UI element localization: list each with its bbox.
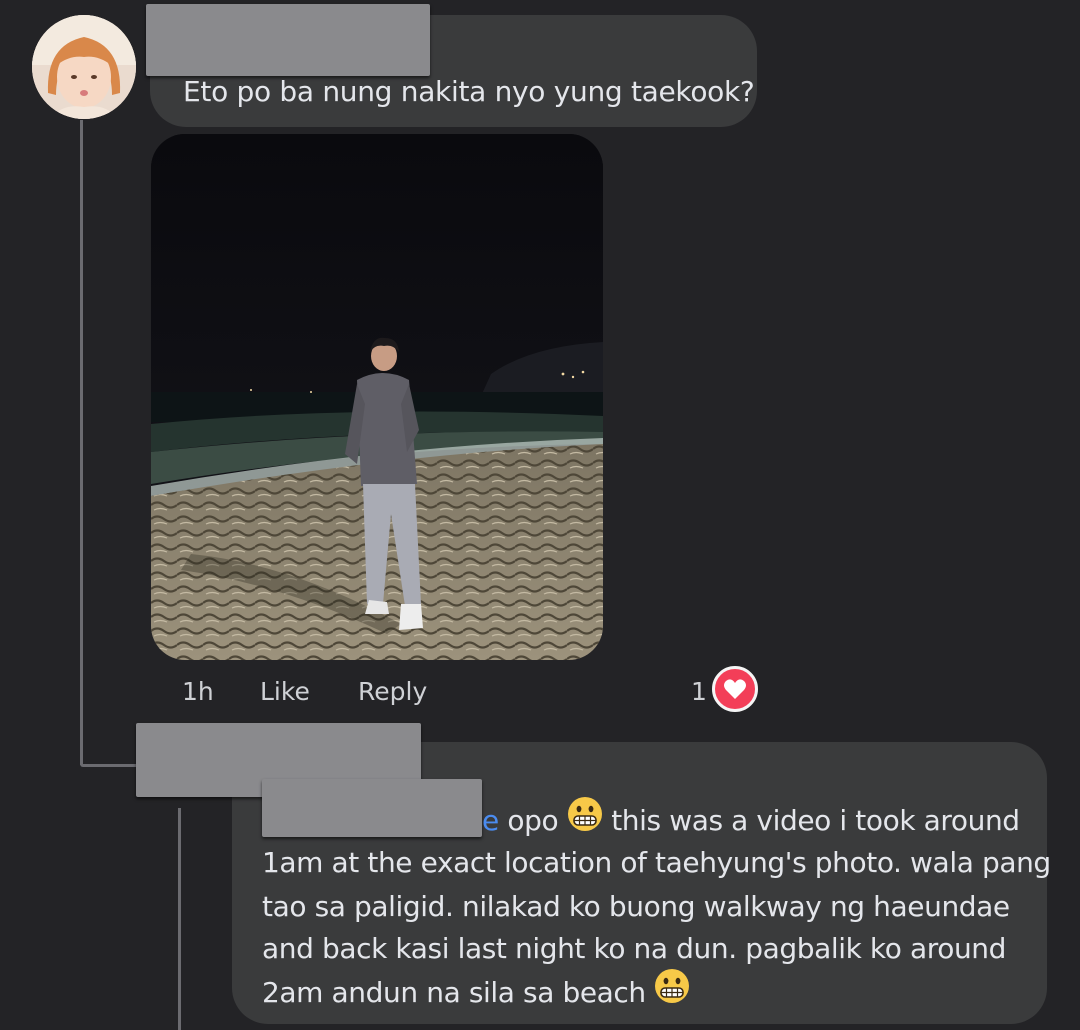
reply-line-3: tao sa paligid. nilakad ko buong walkway… — [262, 890, 1010, 923]
reply-button[interactable]: Reply — [358, 674, 427, 710]
reply-text-line5: 2am andun na sila sa beach — [262, 976, 646, 1009]
thread-line-reply — [178, 808, 181, 1030]
grimacing-face-icon — [654, 968, 690, 1016]
like-button[interactable]: Like — [260, 674, 310, 710]
comment-timestamp: 1h — [182, 677, 214, 706]
reply-line-2: 1am at the exact location of taehyung's … — [262, 846, 1051, 879]
redacted-name — [146, 4, 430, 76]
redacted-mention — [262, 779, 482, 837]
reply-line-5: 2am andun na sila sa beach — [262, 969, 690, 1016]
reaction-count[interactable]: 1 — [691, 674, 707, 710]
avatar[interactable] — [32, 15, 136, 119]
thread-line-vertical — [80, 120, 83, 765]
reply-text-line1: this was a video i took around — [611, 804, 1020, 837]
mention-link[interactable]: e — [482, 804, 499, 837]
heart-icon[interactable] — [712, 666, 758, 712]
reply-line-1: e opo this was a video i took around — [482, 797, 1020, 844]
reply-line-4: and back kasi last night ko na dun. pagb… — [262, 932, 1007, 965]
comment-text: Eto po ba nung nakita nyo yung taekook? — [183, 75, 755, 108]
thread-line-elbow — [80, 764, 140, 767]
grimacing-face-icon — [567, 796, 603, 844]
reply-text-opo: opo — [507, 804, 559, 837]
attached-photo[interactable] — [151, 134, 603, 660]
